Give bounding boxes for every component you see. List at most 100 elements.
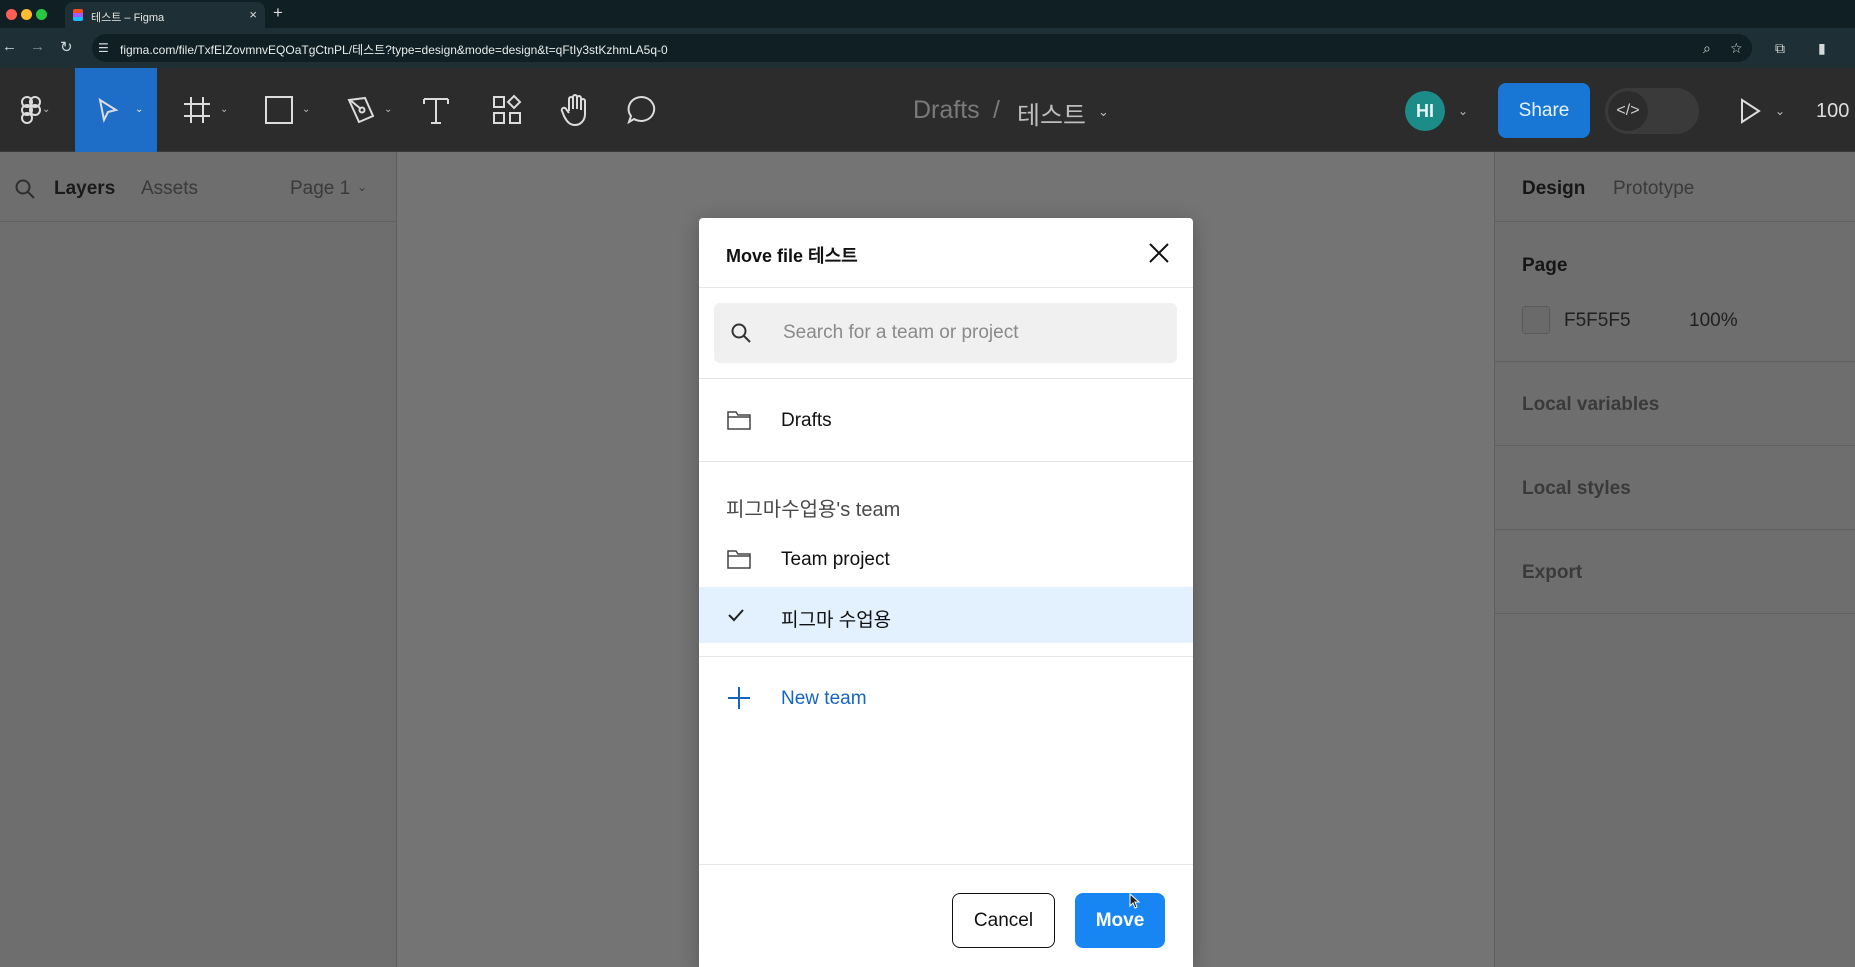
browser-tab-title: 테스트 – Figma <box>91 12 165 24</box>
bookmark-star-icon[interactable]: ☆ <box>1730 40 1743 57</box>
export-row[interactable]: Export <box>1495 530 1855 614</box>
destination-team-project[interactable]: Team project <box>699 531 1193 587</box>
page-selector[interactable]: Page 1 <box>290 178 350 200</box>
avatar-chevron-icon[interactable]: ⌄ <box>1458 104 1468 118</box>
frame-hash-icon <box>184 97 210 123</box>
share-button[interactable]: Share <box>1498 83 1590 138</box>
dialog-footer: Cancel Move <box>699 864 1193 967</box>
page-color-swatch[interactable] <box>1522 306 1550 334</box>
export-label: Export <box>1522 562 1583 583</box>
selected-team-label: 피그마 수업용 <box>781 610 892 631</box>
plus-icon <box>728 687 750 709</box>
page-section-title: Page <box>1522 255 1568 276</box>
team-search-box <box>714 303 1177 363</box>
resources-tool-button[interactable] <box>487 68 527 152</box>
new-team-button[interactable]: New team <box>699 670 1193 726</box>
minimize-window-button[interactable] <box>21 9 32 20</box>
url-text: figma.com/file/TxfEIZovmnvEQOaTgCtnPL/테스… <box>120 43 668 57</box>
maximize-window-button[interactable] <box>36 9 47 20</box>
frame-tool-button[interactable]: ⌄ <box>170 68 240 152</box>
local-variables-row[interactable]: Local variables <box>1495 362 1855 446</box>
figma-logo-icon <box>21 96 41 124</box>
mouse-cursor-icon <box>1129 893 1141 909</box>
zoom-magnifier-icon[interactable]: ⌕ <box>1703 40 1711 57</box>
chevron-down-icon: ⌄ <box>220 104 229 115</box>
play-icon <box>1741 98 1761 124</box>
tab-prototype[interactable]: Prototype <box>1613 178 1694 200</box>
page-color-value[interactable]: F5F5F5 <box>1564 310 1631 332</box>
divider <box>699 461 1193 462</box>
page-opacity-value[interactable]: 100% <box>1689 310 1738 332</box>
left-panel-tabs: Layers Assets Page 1 ⌄ <box>0 152 397 222</box>
hand-tool-button[interactable] <box>555 68 595 152</box>
text-tool-button[interactable] <box>416 68 456 152</box>
figma-favicon-icon <box>73 9 83 21</box>
address-bar-row: ← → ↻ ☰ figma.com/file/TxfEIZovmnvEQOaTg… <box>0 28 1855 68</box>
tab-layers[interactable]: Layers <box>54 178 115 200</box>
browser-tab-bar: 테스트 – Figma × + <box>0 0 1855 28</box>
main-menu-button[interactable]: ⌄ <box>0 68 62 152</box>
breadcrumb-separator: / <box>993 96 1000 124</box>
breadcrumb-project[interactable]: Drafts <box>913 96 980 125</box>
pen-tool-button[interactable]: ⌄ <box>334 68 404 152</box>
folder-icon <box>727 411 751 430</box>
checkmark-icon <box>728 609 744 622</box>
present-chevron-icon[interactable]: ⌄ <box>1775 104 1785 118</box>
folder-icon <box>727 550 751 569</box>
dev-mode-toggle[interactable]: </> <box>1605 88 1699 134</box>
close-window-button[interactable] <box>6 9 17 20</box>
right-panel-tabs: Design Prototype <box>1495 152 1855 222</box>
tab-design[interactable]: Design <box>1522 178 1585 200</box>
back-icon[interactable]: ← <box>2 38 17 55</box>
chevron-down-icon: ⌄ <box>357 180 368 194</box>
present-button[interactable] <box>1738 97 1762 130</box>
tab-close-icon[interactable]: × <box>249 7 257 22</box>
divider <box>699 656 1193 657</box>
local-styles-row[interactable]: Local styles <box>1495 446 1855 530</box>
page-section: Page F5F5F5 100% <box>1495 222 1855 362</box>
chevron-down-icon: ⌄ <box>135 104 144 115</box>
move-button[interactable]: Move <box>1075 893 1165 948</box>
team-section-heading: 피그마수업용's team <box>726 499 901 521</box>
text-t-icon <box>423 98 449 124</box>
shape-tool-button[interactable]: ⌄ <box>252 68 322 152</box>
cursor-arrow-icon <box>98 97 119 124</box>
chevron-down-icon: ⌄ <box>302 104 311 115</box>
extensions-icon[interactable]: ⧉ <box>1775 40 1785 57</box>
pen-nib-icon <box>347 96 375 124</box>
file-name[interactable]: 테스트 <box>1017 96 1086 132</box>
search-icon[interactable] <box>14 178 36 200</box>
hand-icon <box>560 94 586 127</box>
site-settings-icon[interactable]: ☰ <box>98 41 109 55</box>
code-icon: </> <box>1608 91 1648 131</box>
zoom-level[interactable]: 100 <box>1816 100 1849 123</box>
file-menu-chevron-icon[interactable]: ⌄ <box>1098 104 1109 120</box>
right-panel: Design Prototype Page F5F5F5 100% Local … <box>1494 152 1855 967</box>
components-grid-icon <box>493 94 522 124</box>
destination-drafts[interactable]: Drafts <box>699 392 1193 448</box>
user-avatar[interactable]: HI <box>1405 91 1445 131</box>
local-styles-label: Local styles <box>1522 478 1631 499</box>
dialog-title: Move file 테스트 <box>726 246 858 266</box>
comment-bubble-icon <box>627 95 656 125</box>
browser-tab[interactable]: 테스트 – Figma × <box>65 2 265 28</box>
sidebar-toggle-icon[interactable]: ▮ <box>1818 40 1826 57</box>
chevron-down-icon: ⌄ <box>384 104 393 115</box>
tab-assets[interactable]: Assets <box>141 178 198 200</box>
close-icon[interactable] <box>1146 240 1172 266</box>
move-tool-button[interactable]: ⌄ <box>75 68 157 152</box>
comment-tool-button[interactable] <box>622 68 662 152</box>
destination-selected-team[interactable]: 피그마 수업용 <box>699 587 1193 643</box>
team-search-input[interactable] <box>783 303 1163 363</box>
move-file-dialog: Move file 테스트 Drafts 피그마수업용's team Team … <box>699 218 1193 967</box>
cancel-button[interactable]: Cancel <box>952 893 1055 948</box>
team-project-label: Team project <box>781 549 890 570</box>
forward-icon[interactable]: → <box>30 38 45 55</box>
drafts-label: Drafts <box>781 410 832 431</box>
local-variables-label: Local variables <box>1522 394 1660 415</box>
rectangle-icon <box>265 96 293 124</box>
reload-icon[interactable]: ↻ <box>60 38 73 56</box>
new-tab-button[interactable]: + <box>273 3 283 23</box>
new-team-label: New team <box>781 688 867 709</box>
chevron-down-icon: ⌄ <box>42 104 51 115</box>
